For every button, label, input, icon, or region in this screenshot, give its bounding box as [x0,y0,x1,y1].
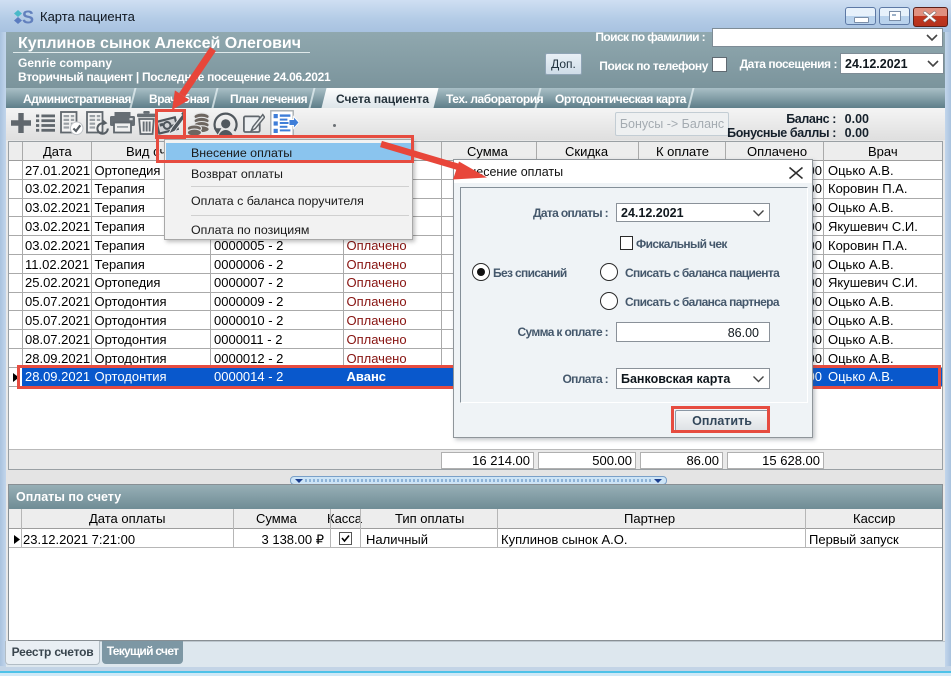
svg-text:S: S [22,8,34,27]
